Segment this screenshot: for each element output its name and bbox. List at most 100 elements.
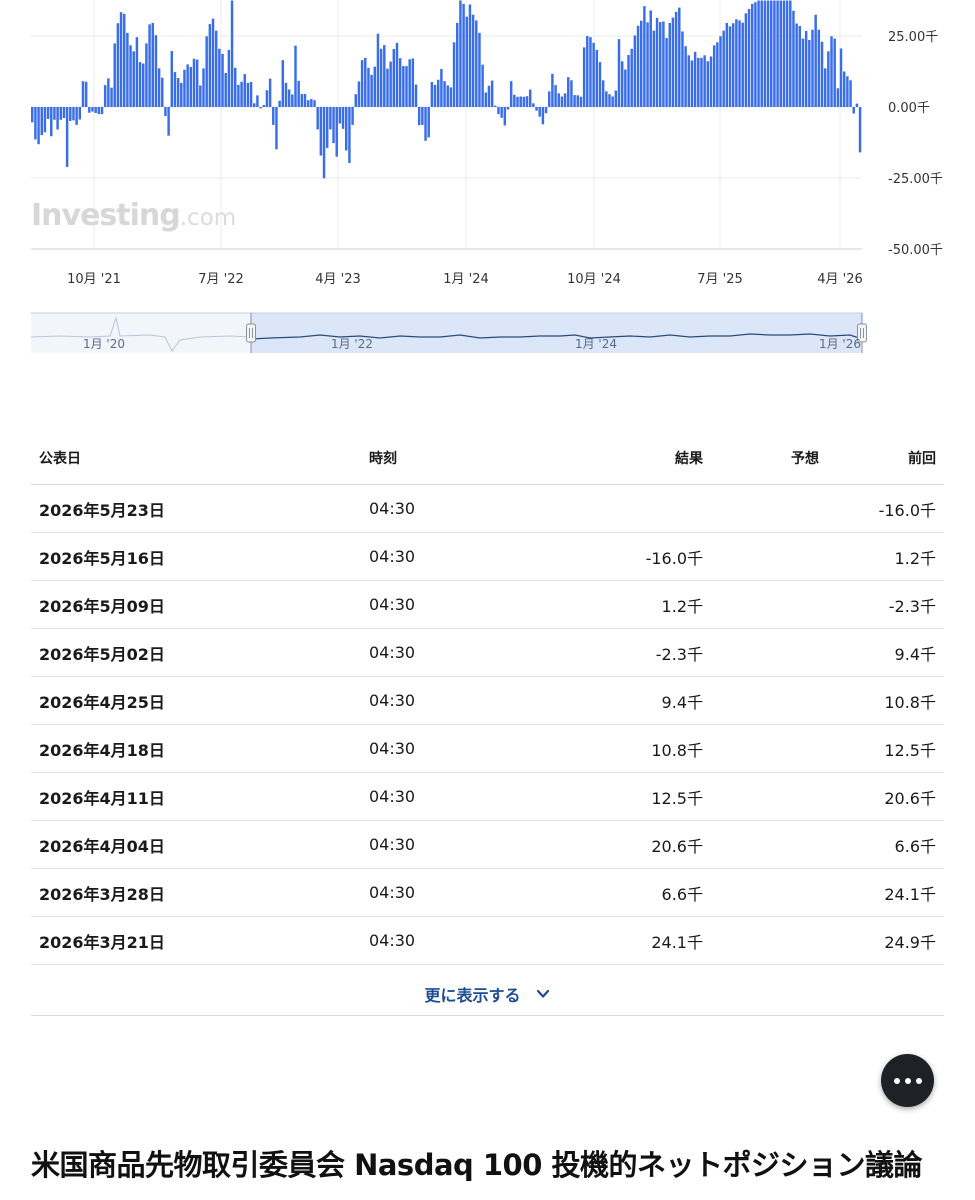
chart-bar[interactable] bbox=[113, 43, 116, 107]
chart-bar[interactable] bbox=[88, 107, 91, 113]
chart-bar[interactable] bbox=[53, 107, 56, 120]
chart-bar[interactable] bbox=[611, 96, 614, 107]
chart-bar[interactable] bbox=[316, 107, 319, 130]
chart-bar[interactable] bbox=[110, 87, 113, 107]
chart-bar[interactable] bbox=[94, 107, 97, 113]
chart-bar[interactable] bbox=[243, 74, 246, 107]
range-navigator[interactable]: 1月 '20 1月 '22 1月 '24 1月 '26 bbox=[30, 312, 867, 353]
chart-bar[interactable] bbox=[335, 107, 338, 157]
chart-bar[interactable] bbox=[107, 78, 110, 107]
chart-bar[interactable] bbox=[189, 66, 193, 107]
chart-bar[interactable] bbox=[50, 107, 53, 137]
chart-bar[interactable] bbox=[37, 107, 40, 145]
chart-bar[interactable] bbox=[700, 57, 703, 107]
chart-bar[interactable] bbox=[43, 107, 47, 133]
chart-bar[interactable] bbox=[386, 68, 389, 107]
chart-bar[interactable] bbox=[823, 68, 827, 107]
chart-bar[interactable] bbox=[430, 82, 434, 107]
chart-bar[interactable] bbox=[846, 76, 849, 107]
chart-bar[interactable] bbox=[801, 38, 805, 108]
more-options-button[interactable] bbox=[881, 1054, 934, 1107]
chart-bar[interactable] bbox=[211, 18, 215, 107]
chart-bar[interactable] bbox=[392, 49, 396, 107]
chart-bar[interactable] bbox=[795, 23, 798, 108]
chart-bar[interactable] bbox=[852, 107, 855, 114]
col-header-forecast[interactable]: 予想 bbox=[711, 432, 827, 485]
chart-bar[interactable] bbox=[643, 6, 646, 107]
chart-bar[interactable] bbox=[535, 107, 538, 111]
chart-bar[interactable] bbox=[462, 3, 465, 107]
chart-bar[interactable] bbox=[763, 0, 767, 108]
chart-bar[interactable] bbox=[265, 90, 269, 107]
chart-bar[interactable] bbox=[830, 36, 833, 107]
chart-bar[interactable] bbox=[170, 51, 174, 107]
chart-bar[interactable] bbox=[313, 100, 316, 107]
chart-bar[interactable] bbox=[367, 67, 370, 107]
chart-bar[interactable] bbox=[34, 107, 37, 140]
chart-bar[interactable] bbox=[624, 69, 627, 107]
chart-bar[interactable] bbox=[728, 26, 732, 108]
chart-bar[interactable] bbox=[440, 68, 443, 107]
chart-bar[interactable] bbox=[563, 93, 567, 107]
chart-bar[interactable] bbox=[202, 68, 205, 107]
chart-bar[interactable] bbox=[329, 107, 332, 130]
chart-bar[interactable] bbox=[246, 82, 250, 107]
chart-bar[interactable] bbox=[633, 35, 637, 107]
chart-bar[interactable] bbox=[522, 96, 526, 107]
chart-bar[interactable] bbox=[183, 69, 186, 107]
chart-bar[interactable] bbox=[224, 72, 227, 107]
chart-bar[interactable] bbox=[97, 107, 101, 115]
chart-bar[interactable] bbox=[364, 57, 367, 107]
chart-bar[interactable] bbox=[836, 88, 840, 107]
chart-bar[interactable] bbox=[281, 60, 285, 107]
chart-bar[interactable] bbox=[154, 35, 158, 107]
chart-bar[interactable] bbox=[357, 81, 361, 107]
chart-bar[interactable] bbox=[256, 95, 259, 107]
chart-bar[interactable] bbox=[528, 89, 532, 107]
chart-bar[interactable] bbox=[725, 22, 729, 107]
chart-bar[interactable] bbox=[567, 77, 570, 107]
chart-bar[interactable] bbox=[306, 100, 310, 107]
chart-bar[interactable] bbox=[614, 90, 618, 107]
chart-bar[interactable] bbox=[379, 48, 383, 107]
chart-bar[interactable] bbox=[287, 89, 291, 107]
chart-bar[interactable] bbox=[138, 62, 142, 107]
chart-bar[interactable] bbox=[119, 12, 123, 108]
chart-bar[interactable] bbox=[817, 29, 821, 107]
chart-bar[interactable] bbox=[525, 96, 529, 107]
chart-bar[interactable] bbox=[100, 107, 104, 115]
chart-bar[interactable] bbox=[167, 107, 170, 136]
chart-bar[interactable] bbox=[383, 45, 386, 107]
chart-bar[interactable] bbox=[839, 48, 843, 108]
chart-bar[interactable] bbox=[551, 73, 554, 107]
chart-bar[interactable] bbox=[218, 48, 221, 107]
chart-bar[interactable] bbox=[417, 107, 421, 126]
chart-bar[interactable] bbox=[811, 29, 814, 107]
chart-bar[interactable] bbox=[509, 81, 513, 107]
chart-bar[interactable] bbox=[754, 2, 757, 108]
chart-bar[interactable] bbox=[668, 22, 671, 107]
chart-bar[interactable] bbox=[500, 107, 503, 118]
chart-bar[interactable] bbox=[665, 37, 668, 107]
chart-bar[interactable] bbox=[199, 85, 202, 107]
chart-bar[interactable] bbox=[208, 24, 212, 107]
chart-bar[interactable] bbox=[490, 80, 494, 107]
chart-bar[interactable] bbox=[421, 107, 424, 125]
chart-bar[interactable] bbox=[424, 107, 427, 141]
chart-bar[interactable] bbox=[709, 56, 713, 107]
chart-bar[interactable] bbox=[253, 103, 256, 107]
chart-bar[interactable] bbox=[126, 32, 129, 107]
chart-bar[interactable] bbox=[237, 84, 240, 107]
chart-bar[interactable] bbox=[259, 107, 262, 109]
chart-bar[interactable] bbox=[557, 93, 560, 107]
chart-bar[interactable] bbox=[782, 0, 786, 108]
chart-bar[interactable] bbox=[240, 81, 243, 107]
chart-bar[interactable] bbox=[195, 59, 199, 107]
chart-bar[interactable] bbox=[627, 55, 630, 107]
chart-bar[interactable] bbox=[773, 0, 776, 108]
chart-bar[interactable] bbox=[345, 107, 348, 151]
chart-bar[interactable] bbox=[56, 107, 59, 130]
chart-bar[interactable] bbox=[354, 94, 357, 107]
chart-bar[interactable] bbox=[731, 23, 735, 107]
chart-bar[interactable] bbox=[84, 81, 88, 107]
